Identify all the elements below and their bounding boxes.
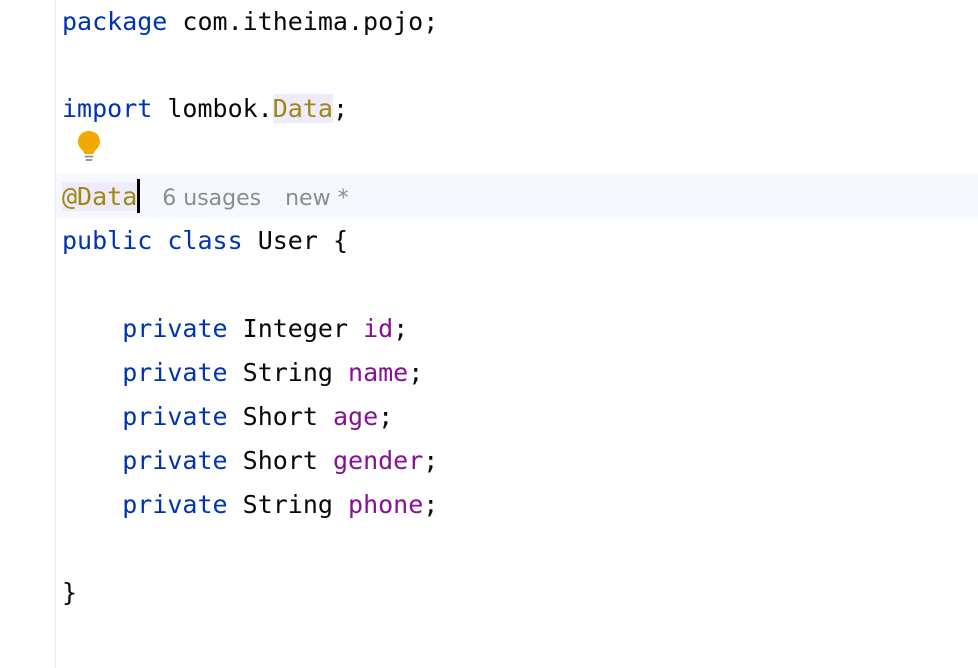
code-line-class-declaration[interactable]: public class User { bbox=[62, 219, 348, 263]
field-modifier: private bbox=[122, 402, 228, 431]
field-type: String bbox=[242, 490, 333, 519]
closing-brace: } bbox=[62, 578, 78, 607]
editor-gutter-divider bbox=[55, 0, 56, 668]
field-modifier: private bbox=[122, 446, 228, 475]
field-name: age bbox=[332, 402, 379, 431]
keyword-package: package bbox=[62, 7, 168, 36]
class-name-and-brace: User { bbox=[242, 226, 348, 255]
field-name: gender bbox=[332, 446, 424, 475]
inlay-usages-hint[interactable]: 6 usages bbox=[162, 186, 261, 211]
code-line-field[interactable]: private Short age; bbox=[62, 395, 393, 439]
code-line-annotation[interactable]: @Data 6 usages new * bbox=[62, 175, 349, 219]
field-name: phone bbox=[348, 490, 424, 519]
field-modifier: private bbox=[122, 490, 228, 519]
code-line-closing-brace[interactable]: } bbox=[62, 571, 77, 615]
field-modifier: private bbox=[122, 358, 228, 387]
text-caret bbox=[137, 179, 141, 213]
import-path: lombok. bbox=[152, 94, 273, 123]
code-line-field[interactable]: private Short gender; bbox=[62, 439, 438, 483]
lightbulb-icon[interactable] bbox=[76, 130, 102, 162]
code-line-field[interactable]: private Integer id; bbox=[62, 307, 408, 351]
import-annotation-name: Data bbox=[272, 94, 333, 123]
annotation-data: @Data bbox=[62, 182, 138, 211]
field-type: String bbox=[242, 358, 333, 387]
code-line-field[interactable]: private String name; bbox=[62, 351, 423, 395]
keyword-class: class bbox=[167, 226, 243, 255]
keyword-import: import bbox=[62, 94, 153, 123]
field-name: id bbox=[363, 314, 394, 343]
code-line-package[interactable]: package com.itheima.pojo; bbox=[62, 0, 438, 44]
import-semicolon: ; bbox=[332, 94, 349, 123]
field-type: Integer bbox=[242, 314, 348, 343]
inlay-vcs-status-hint[interactable]: new * bbox=[285, 186, 348, 211]
package-name: com.itheima.pojo; bbox=[167, 7, 439, 36]
code-line-field[interactable]: private String phone; bbox=[62, 483, 438, 527]
field-type: Short bbox=[242, 402, 318, 431]
field-name: name bbox=[348, 358, 409, 387]
keyword-public: public bbox=[62, 226, 153, 255]
field-type: Short bbox=[242, 446, 318, 475]
field-modifier: private bbox=[122, 314, 228, 343]
code-line-import[interactable]: import lombok.Data; bbox=[62, 87, 348, 131]
